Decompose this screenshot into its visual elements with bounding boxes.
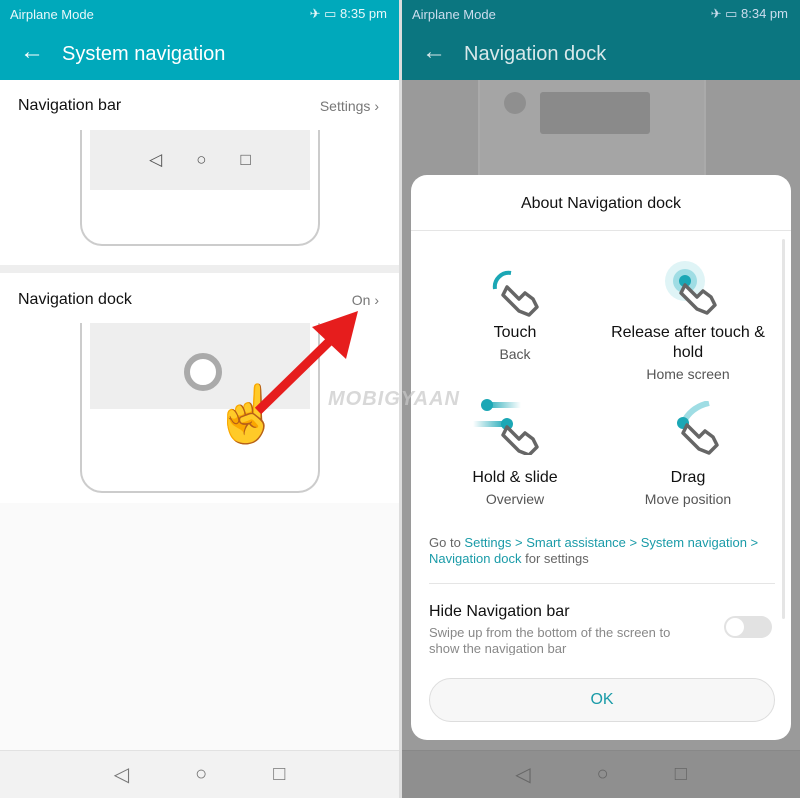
page-title: System navigation (62, 43, 226, 65)
back-button[interactable]: ← (20, 38, 44, 66)
airplane-icon: ✈ (710, 6, 722, 21)
system-navbar: ◁ ○ □ (0, 750, 399, 798)
release-after-hold-icon (665, 261, 717, 315)
back-button[interactable]: ← (422, 38, 446, 66)
about-navigation-dock-dialog: About Navigation dock Touch Back Release … (411, 175, 791, 740)
back-button[interactable]: ◁ (114, 762, 129, 787)
system-navbar: ◁ ○ □ (402, 750, 800, 798)
page-title: Navigation dock (464, 43, 607, 65)
gesture-drag: Drag Move position (644, 469, 732, 507)
airplane-mode-label: Airplane Mode (10, 7, 94, 22)
dialog-title: About Navigation dock (411, 175, 791, 231)
clock: 8:35 pm (340, 6, 387, 21)
watermark: MOBIGYAAN (328, 388, 460, 410)
home-circle-icon: ○ (196, 150, 207, 169)
navigation-dock-screen: ← Navigation dock Airplane Mode ✈ ▭ 8:34 … (402, 0, 800, 798)
battery-icon: ▭ (725, 6, 738, 21)
ok-button[interactable]: OK (429, 678, 775, 722)
back-triangle-icon: ◁ (149, 150, 163, 169)
dimmed-illustration (478, 80, 706, 180)
recents-square-icon: □ (240, 150, 251, 169)
settings-path-link[interactable]: Settings > Smart assistance > System nav… (429, 535, 758, 566)
navigation-bar-row[interactable]: Navigation bar Settings › ◁ ○ □ (0, 80, 399, 265)
gesture-release: Release after touch & hold Home screen (611, 324, 765, 382)
navigation-dock-title: Navigation dock (18, 291, 132, 308)
airplane-icon: ✈ (309, 6, 321, 21)
clock: 8:34 pm (741, 6, 788, 21)
gesture-hold-slide: Hold & slide Overview (472, 469, 558, 507)
drag-gesture-icon (677, 401, 719, 455)
navigation-bar-illustration: ◁ ○ □ (80, 130, 320, 246)
hide-navigation-bar-toggle[interactable] (724, 616, 772, 638)
hold-slide-icon (473, 399, 539, 455)
navigation-bar-title: Navigation bar (18, 97, 122, 114)
scrollbar[interactable] (782, 239, 785, 619)
home-button[interactable]: ○ (195, 763, 207, 786)
airplane-mode-label: Airplane Mode (412, 7, 496, 22)
status-bar: Airplane Mode ✈ ▭ 8:34 pm (402, 0, 800, 28)
status-bar: Airplane Mode ✈ ▭ 8:35 pm (0, 0, 399, 28)
gesture-touch: Touch Back (493, 324, 537, 362)
navigation-bar-value[interactable]: Settings › (320, 98, 379, 114)
touch-gesture-icon (492, 270, 539, 317)
hide-navigation-bar-title: Hide Navigation bar (429, 603, 570, 620)
settings-hint: Go to Settings > Smart assistance > Syst… (429, 535, 759, 566)
recents-button[interactable]: □ (273, 763, 285, 786)
battery-icon: ▭ (324, 6, 337, 21)
hide-navigation-bar-desc: Swipe up from the bottom of the screen t… (429, 625, 671, 655)
